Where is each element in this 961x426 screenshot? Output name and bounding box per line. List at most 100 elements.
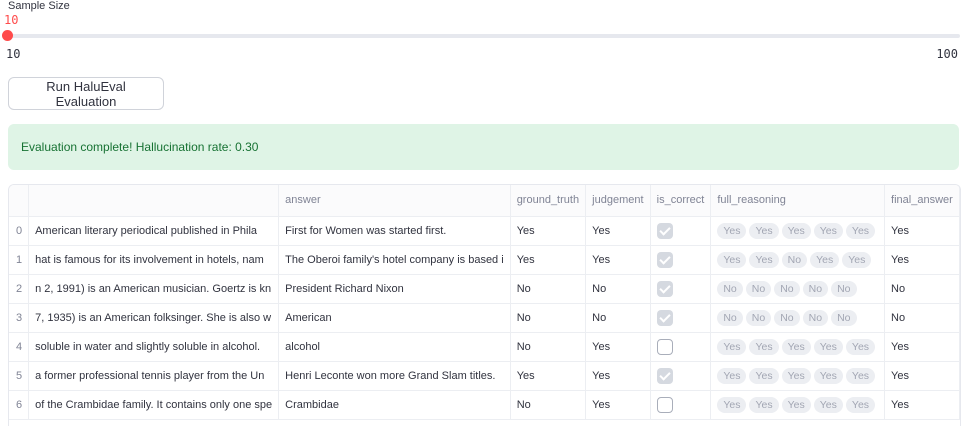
reasoning-pill: Yes <box>717 367 747 384</box>
final-answer-cell[interactable]: Yes <box>884 390 960 420</box>
reasoning-pill: No <box>831 309 857 326</box>
ground-truth-cell[interactable]: No <box>510 332 587 362</box>
is-correct-cell[interactable] <box>650 216 712 246</box>
reasoning-pill: Yes <box>845 367 876 384</box>
final-answer-cell[interactable]: No <box>884 274 960 304</box>
judgement-cell[interactable]: Yes <box>585 216 651 246</box>
knowledge-text: of the Crambidae family. It contains onl… <box>35 398 273 411</box>
slider-current-value: 10 <box>4 13 19 27</box>
knowledge-cell[interactable]: of the Crambidae family. It contains onl… <box>28 390 280 420</box>
slider-track[interactable] <box>8 34 960 38</box>
knowledge-cell[interactable]: American literary periodical published i… <box>28 216 280 246</box>
full-reasoning-cell[interactable]: No No No No No <box>710 303 886 333</box>
is-correct-cell[interactable] <box>650 274 712 304</box>
is-correct-cell[interactable] <box>650 332 712 362</box>
column-header-judgement[interactable]: judgement <box>585 185 651 217</box>
reasoning-pill: Yes <box>845 396 876 413</box>
reasoning-pill: No <box>774 280 800 297</box>
run-halueval-button[interactable]: Run HaluEval Evaluation <box>8 77 164 110</box>
column-header-is-correct[interactable]: is_correct <box>650 185 712 217</box>
knowledge-text: American literary periodical published i… <box>35 224 258 237</box>
ground-truth-cell[interactable]: No <box>510 303 587 333</box>
ground-truth-cell[interactable]: Yes <box>510 245 587 275</box>
full-reasoning-cell[interactable]: Yes Yes Yes Yes Yes <box>710 332 886 362</box>
checked-checkbox[interactable] <box>656 251 673 268</box>
answer-cell[interactable]: President Richard Nixon <box>278 274 511 304</box>
unchecked-checkbox[interactable] <box>656 396 673 413</box>
knowledge-cell[interactable]: 7, 1935) is an American folksinger. She … <box>28 303 280 333</box>
knowledge-text: hat is famous for its involvement in hot… <box>35 253 264 266</box>
reasoning-pill: No <box>717 309 743 326</box>
ground-truth-cell[interactable]: No <box>510 390 587 420</box>
final-answer-cell[interactable]: Yes <box>884 245 960 275</box>
knowledge-cell[interactable]: hat is famous for its involvement in hot… <box>28 245 280 275</box>
row-index[interactable]: 1 <box>9 245 30 275</box>
reasoning-pill: Yes <box>813 222 843 239</box>
full-reasoning-cell[interactable]: Yes Yes Yes Yes Yes <box>710 216 886 246</box>
judgement-cell[interactable]: No <box>585 303 651 333</box>
is-correct-cell[interactable] <box>650 390 712 420</box>
final-answer-cell[interactable]: Yes <box>884 361 960 391</box>
reasoning-pill: Yes <box>781 338 811 355</box>
results-table[interactable]: answer ground_truth judgement is_correct… <box>8 184 961 426</box>
column-header-knowledge[interactable] <box>28 185 280 217</box>
checked-checkbox[interactable] <box>656 222 673 239</box>
is-correct-cell[interactable] <box>650 361 712 391</box>
reasoning-pill: Yes <box>781 367 811 384</box>
row-index[interactable]: 2 <box>9 274 30 304</box>
final-answer-cell[interactable]: No <box>884 303 960 333</box>
unchecked-checkbox[interactable] <box>656 338 673 355</box>
full-reasoning-cell[interactable]: Yes Yes Yes Yes Yes <box>710 390 886 420</box>
answer-cell[interactable]: First for Women was started first. <box>278 216 511 246</box>
judgement-cell[interactable]: Yes <box>585 390 651 420</box>
answer-cell[interactable]: Henri Leconte won more Grand Slam titles… <box>278 361 511 391</box>
answer-cell[interactable]: Crambidae <box>278 390 511 420</box>
checked-checkbox[interactable] <box>656 280 673 297</box>
column-header-full-reasoning[interactable]: full_reasoning <box>710 185 886 217</box>
full-reasoning-cell[interactable]: Yes Yes Yes Yes Yes <box>710 361 886 391</box>
full-reasoning-cell[interactable]: Yes Yes No Yes Yes <box>710 245 886 275</box>
reasoning-pill: Yes <box>749 396 779 413</box>
column-header-final-answer[interactable]: final_answer <box>884 185 960 217</box>
answer-cell[interactable]: alcohol <box>278 332 511 362</box>
row-index[interactable]: 3 <box>9 303 30 333</box>
judgement-cell[interactable]: No <box>585 274 651 304</box>
table-header-row: answer ground_truth judgement is_correct… <box>9 185 960 217</box>
row-index[interactable]: 5 <box>9 361 30 391</box>
table-row: 0 American literary periodical published … <box>9 216 960 246</box>
ground-truth-cell[interactable]: Yes <box>510 216 587 246</box>
knowledge-cell[interactable]: n 2, 1991) is an American musician. Goer… <box>28 274 280 304</box>
row-index[interactable]: 6 <box>9 390 30 420</box>
column-header-index[interactable] <box>9 185 30 217</box>
column-header-answer[interactable]: answer <box>278 185 511 217</box>
reasoning-pill: No <box>717 280 743 297</box>
reasoning-pill: Yes <box>810 251 840 268</box>
is-correct-cell[interactable] <box>650 303 712 333</box>
knowledge-cell[interactable]: soluble in water and slightly soluble in… <box>28 332 280 362</box>
full-reasoning-cell[interactable]: No No No No No <box>710 274 886 304</box>
knowledge-cell[interactable]: a former professional tennis player from… <box>28 361 280 391</box>
checked-checkbox[interactable] <box>656 309 673 326</box>
judgement-cell[interactable]: Yes <box>585 332 651 362</box>
row-index[interactable]: 0 <box>9 216 30 246</box>
is-correct-cell[interactable] <box>650 245 712 275</box>
ground-truth-cell[interactable]: No <box>510 274 587 304</box>
reasoning-pill: Yes <box>717 338 747 355</box>
slider-thumb[interactable] <box>2 30 13 41</box>
reasoning-pill: Yes <box>749 222 779 239</box>
table-row: 5 a former professional tennis player fro… <box>9 361 960 391</box>
judgement-cell[interactable]: Yes <box>585 245 651 275</box>
reasoning-pill: No <box>774 309 800 326</box>
row-index[interactable]: 4 <box>9 332 30 362</box>
answer-cell[interactable]: The Oberoi family's hotel company is bas… <box>278 245 511 275</box>
column-header-ground-truth[interactable]: ground_truth <box>510 185 587 217</box>
answer-cell[interactable]: American <box>278 303 511 333</box>
reasoning-pill: Yes <box>717 396 747 413</box>
final-answer-cell[interactable]: Yes <box>884 332 960 362</box>
checked-checkbox[interactable] <box>656 367 673 384</box>
final-answer-cell[interactable]: Yes <box>884 216 960 246</box>
judgement-cell[interactable]: Yes <box>585 361 651 391</box>
slider-label: Sample Size <box>8 0 70 12</box>
ground-truth-cell[interactable]: Yes <box>510 361 587 391</box>
table-row: 3 7, 1935) is an American folksinger. She… <box>9 303 960 333</box>
